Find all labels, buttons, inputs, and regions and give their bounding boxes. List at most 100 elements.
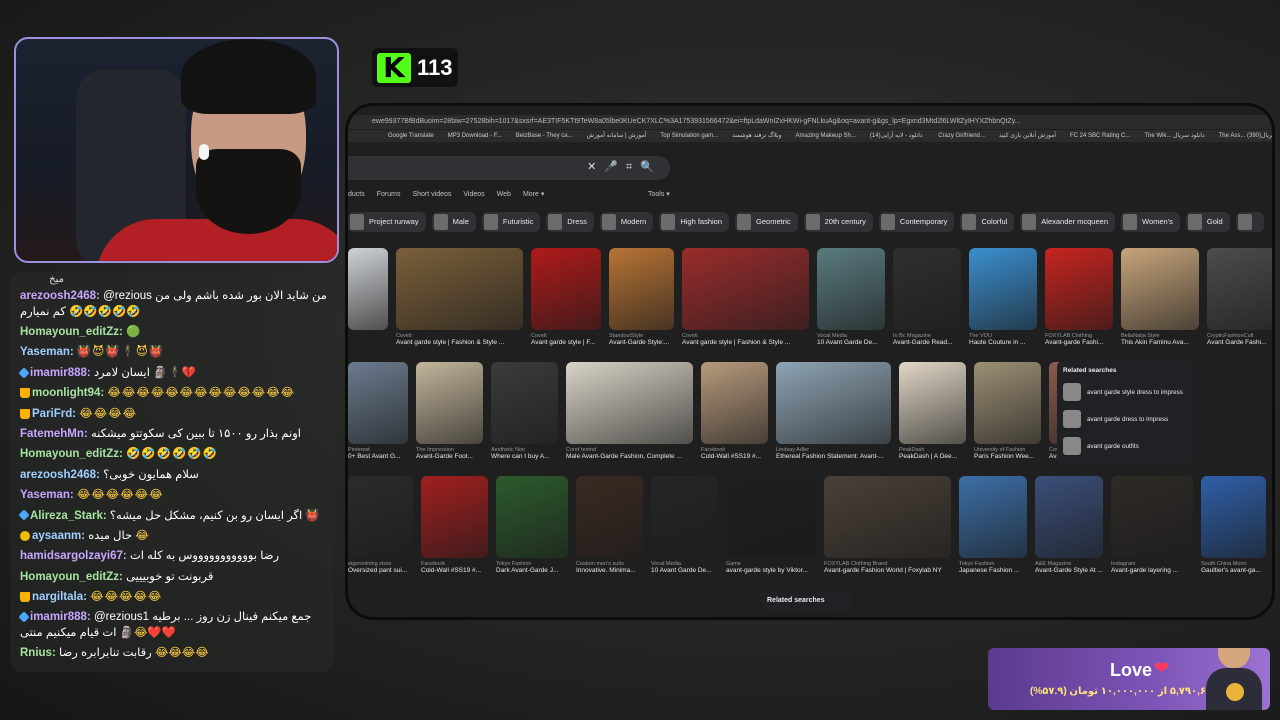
image-result[interactable]: StandoutStyle Avant-Garde Style:... <box>609 248 674 346</box>
result-caption[interactable]: 10 Avant Garde De... <box>817 339 885 346</box>
result-caption[interactable]: Avant Garde Fashi... <box>1207 339 1272 346</box>
result-caption[interactable]: Avant-garde layering ... <box>1111 567 1193 574</box>
search-box[interactable]: ✕🎤⌗🔍 <box>348 156 670 180</box>
result-thumbnail[interactable] <box>348 362 408 444</box>
image-result[interactable]: Facebook Cold-Wall #SS19 #... <box>701 362 768 460</box>
chat-username[interactable]: Yaseman: <box>20 346 74 358</box>
result-caption[interactable]: Avant garde style | Fashion & Style ... <box>682 339 809 346</box>
result-thumbnail[interactable] <box>496 476 568 558</box>
result-thumbnail[interactable] <box>348 248 388 330</box>
result-caption[interactable]: Avant-garde Fashion World | Foxylab NY <box>824 567 951 574</box>
chat-username[interactable]: aysaanm: <box>32 530 85 542</box>
result-thumbnail[interactable] <box>701 362 768 444</box>
result-caption[interactable]: Avant garde style | F... <box>531 339 601 346</box>
result-caption[interactable]: Cold-Wall #SS19 #... <box>421 567 488 574</box>
result-thumbnail[interactable] <box>1201 476 1266 558</box>
result-thumbnail[interactable] <box>421 476 488 558</box>
filter-chip[interactable]: Futuristic <box>481 212 541 232</box>
search-tab[interactable]: Videos <box>463 191 484 198</box>
image-result[interactable]: Aesthetic Noir Where can I buy A... <box>491 362 558 460</box>
bookmark-item[interactable]: The Wik... دانلود سریال <box>1144 133 1204 139</box>
result-thumbnail[interactable] <box>824 476 951 558</box>
bookmark-item[interactable]: آموزش آنلاین بازی کنید <box>999 133 1056 139</box>
chat-username[interactable]: arezoosh2468: <box>20 290 100 302</box>
image-result[interactable]: CrypticFashionCult Avant Garde Fashi... <box>1207 248 1272 346</box>
result-thumbnail[interactable] <box>396 248 523 330</box>
image-result[interactable]: Coref textnd Male Avant-Garde Fashion, Co… <box>566 362 693 460</box>
image-result[interactable]: Game avant-garde style by Viktor... <box>726 476 816 574</box>
image-result[interactable]: FOXYLAB Clothing Brand Avant-garde Fashio… <box>824 476 951 574</box>
image-result[interactable]: In Bc Magazine Avant-Garde Read... <box>893 248 961 346</box>
result-thumbnail[interactable] <box>531 248 601 330</box>
bookmark-item[interactable]: آموزش | سامانه آموزش <box>587 133 647 139</box>
result-thumbnail[interactable] <box>1045 248 1113 330</box>
result-caption[interactable]: avant-garde style by Viktor... <box>726 567 816 574</box>
filter-chip[interactable]: Project runway <box>348 212 426 232</box>
result-thumbnail[interactable] <box>1207 248 1272 330</box>
image-result[interactable]: University of Fashion Paris Fashion Wee..… <box>974 362 1041 460</box>
result-thumbnail[interactable] <box>566 362 693 444</box>
result-thumbnail[interactable] <box>682 248 809 330</box>
search-tab[interactable]: Short videos <box>412 191 451 198</box>
bookmark-item[interactable]: وبلاگ ترفند هوشمند <box>732 133 781 139</box>
result-caption[interactable]: Japanese Fashion ... <box>959 567 1027 574</box>
result-caption[interactable]: Ethereal Fashion Statement: Avant-... <box>776 453 891 460</box>
bookmark-item[interactable]: Amazing Makeup Sh... <box>796 133 856 139</box>
image-result[interactable]: Instagram Avant-garde layering ... <box>1111 476 1193 574</box>
result-thumbnail[interactable] <box>893 248 961 330</box>
bookmark-item[interactable]: MP3 Download - F... <box>448 133 502 139</box>
result-thumbnail[interactable] <box>576 476 643 558</box>
search-icon[interactable]: 🔍 <box>640 161 662 173</box>
image-result[interactable] <box>348 248 388 333</box>
result-caption[interactable]: Where can I buy A... <box>491 453 558 460</box>
filter-chip[interactable]: Alexander mcqueen <box>1020 212 1115 232</box>
filter-chip[interactable]: Gold <box>1185 212 1230 232</box>
image-result[interactable]: The Impression Avant-Garde Foot... <box>416 362 483 460</box>
image-result[interactable]: Facebook Cold-Wall #SS19 #... <box>421 476 488 574</box>
result-caption[interactable]: Avant garde style | Fashion & Style ... <box>396 339 523 346</box>
image-result[interactable]: Pinterest 0+ Best Avant G... <box>348 362 408 460</box>
image-result[interactable]: BellaNaija Style This Akin Faminu Ava... <box>1121 248 1199 346</box>
search-tab[interactable]: Web <box>497 191 511 198</box>
image-result[interactable]: Lindsay Adler Ethereal Fashion Statement:… <box>776 362 891 460</box>
result-thumbnail[interactable] <box>899 362 966 444</box>
result-thumbnail[interactable] <box>776 362 891 444</box>
result-caption[interactable]: PeakDash | A Dee... <box>899 453 966 460</box>
result-caption[interactable]: Avant-Garde Foot... <box>416 453 483 460</box>
image-result[interactable]: Vocal Media 10 Avant Garde De... <box>651 476 718 574</box>
chat-username[interactable]: nargiltala: <box>32 591 87 603</box>
filter-chip[interactable]: Modern <box>599 212 654 232</box>
chat-username[interactable]: hamidsargolzayi67: <box>20 550 127 562</box>
bookmark-item[interactable]: Top Simulation gam... <box>660 133 718 139</box>
image-result[interactable]: Coveti Avant garde style | F... <box>531 248 601 346</box>
chat-username[interactable]: Homayoun_editZz: <box>20 448 123 460</box>
chat-username[interactable]: Rnius: <box>20 647 56 659</box>
chat-username[interactable]: Yaseman: <box>20 489 74 501</box>
tools-button[interactable]: Tools ▾ <box>648 190 670 198</box>
bookmark-item[interactable]: BeizBase - They ca... <box>516 133 573 139</box>
result-caption[interactable]: Male Avant-Garde Fashion, Complete ... <box>566 453 693 460</box>
result-caption[interactable]: Paris Fashion Wee... <box>974 453 1041 460</box>
result-thumbnail[interactable] <box>959 476 1027 558</box>
image-result[interactable]: PeakDash PeakDash | A Dee... <box>899 362 966 460</box>
filter-chip[interactable]: Colorful <box>960 212 1015 232</box>
result-caption[interactable]: Dark Avant-Garde J... <box>496 567 568 574</box>
search-tab[interactable]: Forums <box>377 191 401 198</box>
related-search-item[interactable]: avant garde dress to impress <box>1063 407 1187 431</box>
result-thumbnail[interactable] <box>609 248 674 330</box>
filter-chip[interactable]: 20th century <box>803 212 873 232</box>
image-result[interactable]: The VOU Haute Couture in ... <box>969 248 1037 346</box>
result-caption[interactable]: Gaultier's avant-ga... <box>1201 567 1266 574</box>
result-caption[interactable]: This Akin Faminu Ava... <box>1121 339 1199 346</box>
result-caption[interactable]: Oversized pant sui... <box>348 567 413 574</box>
result-thumbnail[interactable] <box>1111 476 1193 558</box>
image-result[interactable]: FOXYLAB Clothing Avant-garde Fashi... <box>1045 248 1113 346</box>
result-thumbnail[interactable] <box>974 362 1041 444</box>
image-result[interactable]: Custom men's suits Innovative. Minima... <box>576 476 643 574</box>
filter-chip[interactable]: Dress <box>546 212 594 232</box>
result-caption[interactable]: Avant-Garde Read... <box>893 339 961 346</box>
result-caption[interactable]: 0+ Best Avant G... <box>348 453 408 460</box>
result-thumbnail[interactable] <box>416 362 483 444</box>
chat-username[interactable]: imamir888: <box>30 611 91 623</box>
related-search-item[interactable]: avant garde outfits <box>1063 434 1187 458</box>
